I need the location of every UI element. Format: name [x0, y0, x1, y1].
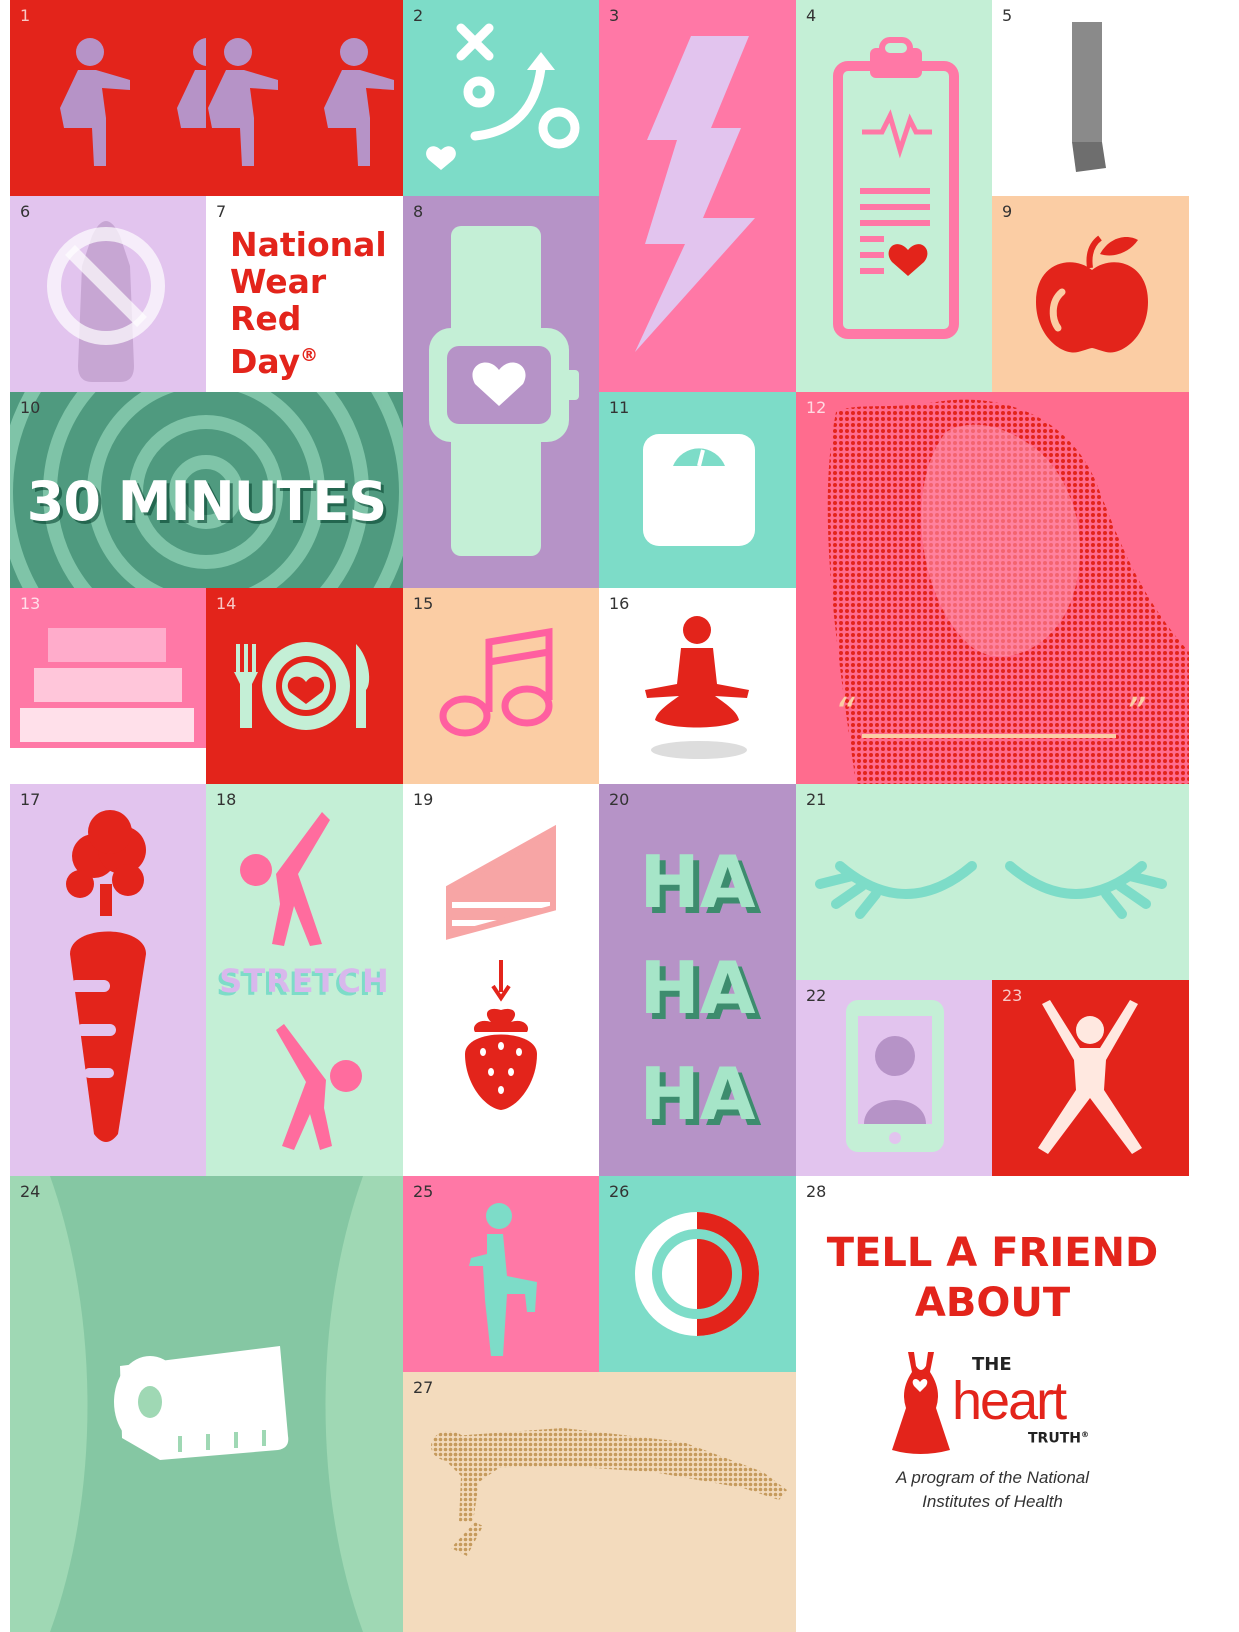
- lightning-bolt-icon: [635, 36, 755, 352]
- wear-red-line: Wear: [230, 262, 327, 301]
- ha-text: HA: [639, 1052, 756, 1136]
- ha-text: HA: [639, 946, 756, 1030]
- music-note-icon: [439, 627, 553, 737]
- tile-13-stairs: 13: [10, 588, 206, 784]
- logo-truth: TRUTH®: [1028, 1430, 1089, 1447]
- strawberry-icon: [465, 1008, 537, 1110]
- tile-16-meditate: 16: [599, 588, 796, 784]
- tile-3-energy: 3: [599, 0, 796, 392]
- program-line: Institutes of Health: [922, 1492, 1063, 1511]
- logo-truth-text: TRUTH: [1028, 1430, 1081, 1447]
- program-line: A program of the National: [895, 1468, 1090, 1487]
- tile-number: 13: [20, 594, 41, 613]
- tile-5-no-smoking: 5: [992, 0, 1189, 196]
- tile-28-tell-a-friend: 28 TELL A FRIEND ABOUT THE heart TRUTH® …: [796, 1176, 1189, 1632]
- program-credit: A program of the National Institutes of …: [796, 1466, 1189, 1514]
- tile-22-call: 22: [796, 980, 992, 1176]
- tile-11-scale: 11: [599, 392, 796, 588]
- game-plan-icon: [426, 23, 580, 170]
- tile-2-game-plan: 2: [403, 0, 599, 196]
- tile-18-stretch: 18 STRETCH: [206, 784, 403, 1176]
- tile-12-laughing-woman: 12 “ ”: [796, 392, 1189, 784]
- tile-number: 20: [609, 790, 630, 809]
- wear-red-day-title: National Wear Red Day®: [230, 226, 387, 380]
- jumping-jack-icon: [1038, 1000, 1142, 1154]
- no-salt-icon: [47, 221, 165, 382]
- thirty-minutes-label: 30 MINUTES: [26, 470, 387, 533]
- tile-9-apple: 9: [992, 196, 1189, 392]
- tile-number: 10: [20, 398, 41, 417]
- carrot-icon: [66, 810, 146, 1142]
- tile-20-laugh: 20 HA HA HA: [599, 784, 796, 1176]
- tape-measure-icon: [114, 1346, 289, 1460]
- pushup-figure-icon: [431, 1428, 787, 1556]
- close-quote-mark: ”: [1124, 690, 1145, 736]
- tile-4-checkup: 4: [796, 0, 992, 392]
- wear-red-line: National: [230, 225, 387, 264]
- meditation-icon: [645, 616, 749, 759]
- ha-text: HA: [639, 840, 756, 924]
- scale-icon: [643, 434, 755, 546]
- tile-10-thirty-minutes: 10 30 MINUTES: [10, 392, 403, 588]
- registered-mark: ®: [1080, 1430, 1089, 1439]
- squat-figure-icon: [60, 38, 206, 166]
- tile-21-sleep: 21: [796, 784, 1189, 980]
- wear-red-line: Red: [230, 299, 302, 338]
- tile-25-march: 25: [403, 1176, 599, 1372]
- cigarette-icon: [1072, 22, 1106, 172]
- phone-contact-icon: [846, 1000, 944, 1152]
- timer-icon: [635, 1212, 759, 1336]
- tile-1-squats-ext: [206, 0, 403, 196]
- stairs-icon: [10, 588, 206, 748]
- tile-17-carrot: 17: [10, 784, 206, 1176]
- tile-24-waistline: 24: [10, 1176, 403, 1632]
- tile-15-music: 15: [403, 588, 599, 784]
- wear-red-line: Day: [230, 342, 301, 381]
- registered-mark: ®: [300, 345, 319, 366]
- tile-1-squats: 1: [10, 0, 206, 196]
- tile-6-less-salt: 6: [10, 196, 206, 392]
- tile-number: 7: [216, 202, 227, 221]
- smartwatch-heart-icon: [429, 226, 579, 556]
- logo-heart: heart: [952, 1371, 1067, 1431]
- tile-7-wear-red: 7 National Wear Red Day®: [206, 196, 403, 392]
- tile-19-swap-dessert: 19: [403, 784, 599, 1176]
- tile-23-jumping-jacks: 23: [992, 980, 1189, 1176]
- apple-icon: [1036, 235, 1148, 353]
- stretch-label: STRETCH: [219, 962, 390, 1000]
- marching-figure-icon: [469, 1203, 537, 1356]
- squat-figure-icon: [208, 38, 394, 166]
- clipboard-heart-icon: [833, 37, 959, 339]
- tile-14-heart-healthy-meal: 14: [206, 588, 403, 784]
- plate-heart-icon: [234, 642, 370, 730]
- open-quote-mark: “: [834, 690, 855, 736]
- tile-8-smartwatch: 8: [403, 196, 599, 588]
- tile-number: 12: [806, 398, 827, 417]
- closed-eyes-icon: [815, 861, 1167, 919]
- tile-26-timer: 26: [599, 1176, 796, 1372]
- tile-27-pushups: 27: [403, 1372, 796, 1632]
